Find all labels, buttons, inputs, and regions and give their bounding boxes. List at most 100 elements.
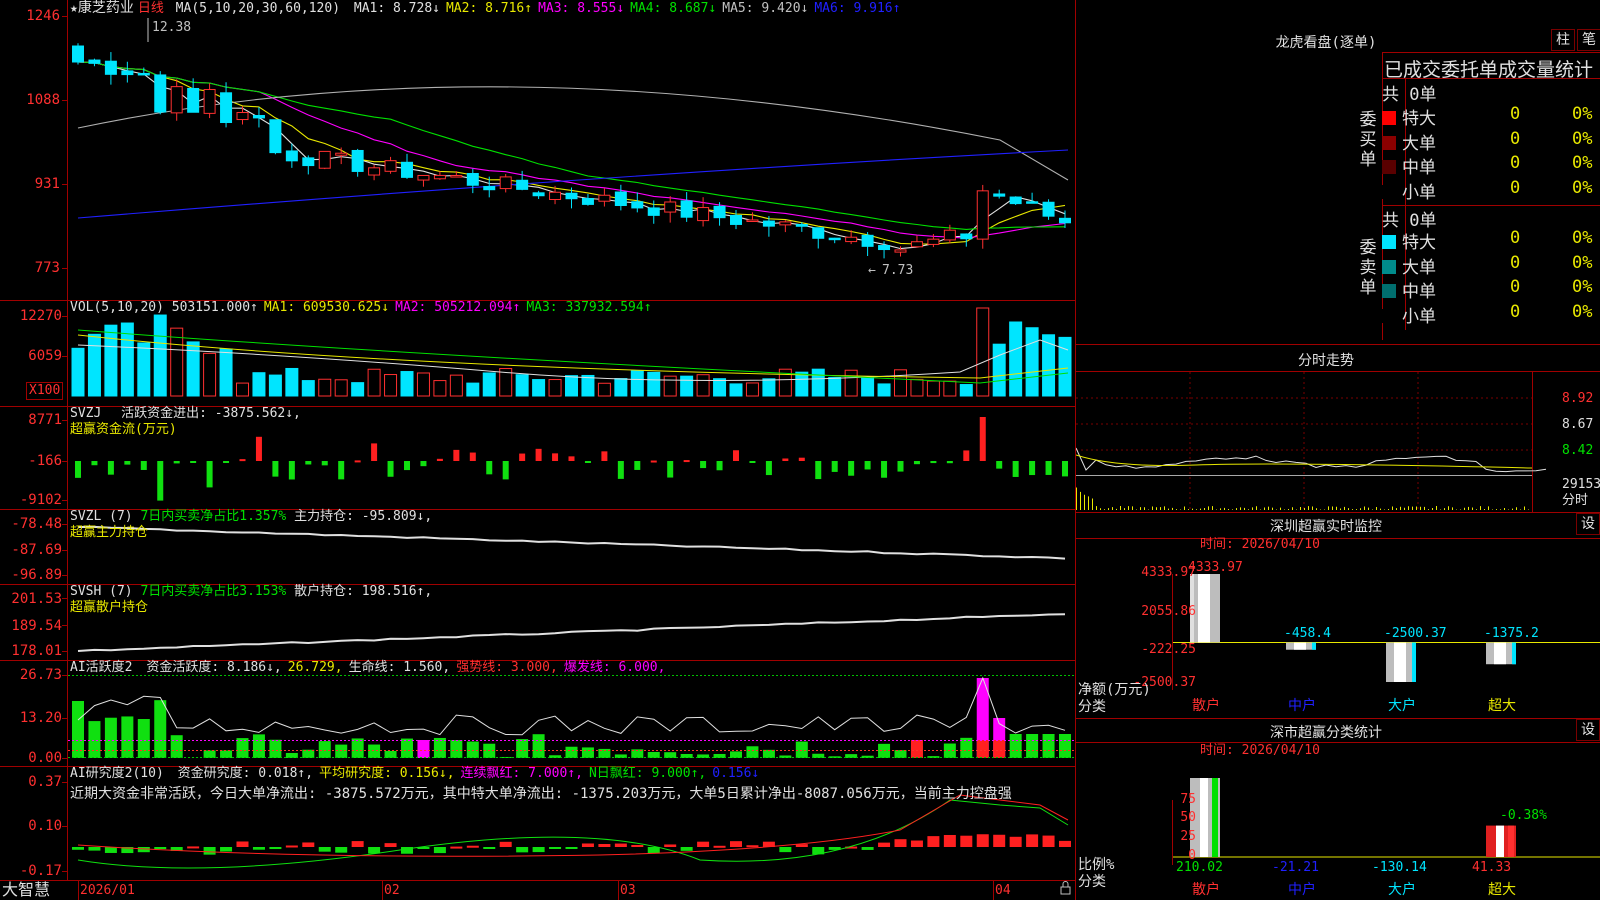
svzj-bar xyxy=(371,443,378,461)
fenshi-axis-label: 29153 xyxy=(1562,477,1600,492)
classify-category-label: 超大 xyxy=(1488,882,1516,898)
ai1-bar xyxy=(170,735,183,758)
svzj-bar xyxy=(305,461,312,465)
candle-body xyxy=(828,237,841,241)
volume-ma-values: MA1: 609530.625↓ MA2: 505212.094↑ MA3: 337… xyxy=(258,300,652,315)
volume-bar xyxy=(696,374,710,397)
svzj-axis-label: 8771 xyxy=(28,412,62,428)
ma-value-4: MA5: 9.420↓ xyxy=(722,1,809,16)
candle-body xyxy=(433,174,446,180)
ai1-bar xyxy=(861,755,874,758)
price-low-marker: ← 7.73 xyxy=(868,263,913,278)
ai1-bar xyxy=(1009,734,1022,758)
lock-icon[interactable] xyxy=(1060,881,1071,895)
ai1-bar xyxy=(236,738,249,758)
ai2-bar xyxy=(220,847,233,852)
candle-body xyxy=(680,200,693,218)
volume-bar xyxy=(647,371,661,397)
classify-bar-highlight xyxy=(1200,778,1208,857)
volume-ma-value-0: MA1: 609530.625↓ xyxy=(263,300,390,315)
svzj-bar xyxy=(486,461,493,475)
svzj-bar xyxy=(124,461,131,465)
ai2-bar xyxy=(598,844,611,847)
svzj-bar xyxy=(946,461,953,464)
candle-body xyxy=(762,220,775,227)
ai1-bar xyxy=(203,750,216,758)
volume-bar xyxy=(992,343,1006,397)
volume-bar xyxy=(762,378,776,397)
svzj-bar xyxy=(502,461,509,480)
ai2-header: AI研究度2(10) 资金研究度: 0.018↑, 平均研究度: 0.156↓, 连… xyxy=(70,766,759,782)
monitor-category-label: 中户 xyxy=(1288,698,1316,714)
svzj-bar xyxy=(749,461,756,463)
brand-label[interactable]: 大智慧 xyxy=(2,882,50,898)
sell-order-count: 0 xyxy=(1510,277,1521,297)
candle-body xyxy=(154,74,167,113)
sell-order-label: 中单 xyxy=(1402,282,1436,302)
buy-order-label: 中单 xyxy=(1402,158,1436,178)
sell-side-title: 委卖单 xyxy=(1359,238,1377,298)
classify-value-label: 41.33 xyxy=(1472,860,1512,875)
ai2-bar xyxy=(532,847,545,853)
monitor-bar-edge xyxy=(1312,642,1316,650)
ai2-bar xyxy=(894,839,907,847)
svzj-axis-label: -166 xyxy=(28,453,62,469)
svzj-bar xyxy=(683,460,690,463)
classify-bar-highlight xyxy=(1496,825,1504,857)
svzj-bar xyxy=(667,461,674,478)
ai2-bar xyxy=(433,847,446,854)
candle-body xyxy=(598,194,611,202)
candle-body xyxy=(137,72,150,76)
ai1-bar xyxy=(532,734,545,758)
svzl-hold: 主力持仓: -95.809↓, xyxy=(294,509,433,524)
volume-bar xyxy=(680,375,694,397)
candle-body xyxy=(565,192,578,200)
price-axis-label: 1246 xyxy=(26,8,60,24)
svzj-bar xyxy=(996,461,1003,469)
ai2-bar xyxy=(927,836,940,847)
svzj-bar xyxy=(354,460,361,463)
candle-body xyxy=(252,115,265,119)
sell-order-count: 0 xyxy=(1510,228,1521,248)
svzj-bar xyxy=(552,453,559,461)
classify-settings-button[interactable]: 设 xyxy=(1576,719,1600,741)
buy-order-row: 大单 0 0% xyxy=(1382,129,1600,154)
monitor-settings-button[interactable]: 设 xyxy=(1576,513,1600,535)
ma-params: MA(5,10,20,30,60,120) xyxy=(175,1,341,16)
price-header: ★康芝药业 日线 MA(5,10,20,30,60,120) MA1: 8.728… xyxy=(70,0,900,17)
monitor-axis-label: -222.25 xyxy=(1141,642,1196,657)
ai2-bar xyxy=(203,847,216,855)
ai2-bar xyxy=(664,844,677,847)
monitor-bar xyxy=(1386,642,1416,682)
candle-body xyxy=(466,173,479,186)
ai1-bar-red xyxy=(993,740,1006,758)
svzj-bar xyxy=(173,461,180,464)
svzj-bar xyxy=(831,461,838,472)
ai2-name: AI研究度2(10) xyxy=(70,766,164,781)
fenshi-title[interactable]: 分时走势 xyxy=(1226,350,1426,370)
svzj-header: SVZJ 活跃资金进出: -3875.562↓, xyxy=(70,406,301,422)
period-label[interactable]: 日线 xyxy=(138,1,164,16)
ai1-value-2: 生命线: 1.560, xyxy=(348,660,451,675)
volume-bar xyxy=(1042,334,1056,397)
svzj-bar xyxy=(913,461,920,465)
buy-order-pct: 0% xyxy=(1572,104,1593,124)
classify-title: 深市超赢分类统计 xyxy=(1270,725,1382,741)
monitor-value-label: -2500.37 xyxy=(1384,626,1447,642)
candle-body xyxy=(104,60,117,75)
svzj-bar xyxy=(733,450,739,461)
volume-unit[interactable]: X100 xyxy=(26,382,64,400)
stock-name[interactable]: 康芝药业 xyxy=(78,0,134,16)
ai2-bar xyxy=(318,847,331,852)
ai2-value-3: N日飘红: 9.000↑, xyxy=(588,766,707,781)
svzj-bar xyxy=(584,461,591,463)
svzj-bar xyxy=(107,461,114,475)
kline-chart-area[interactable]: 12.38 ← 7.73 ★康芝药业 日线 MA(5,10,20,30,60,12… xyxy=(0,0,1076,900)
svzj-bar xyxy=(190,461,197,463)
svzj-bar xyxy=(75,461,81,478)
svzj-bar xyxy=(387,461,394,477)
ai2-bar xyxy=(993,834,1006,847)
kline-chart-svg[interactable]: 12.38 ← 7.73 xyxy=(0,0,1076,900)
ai2-comment: 近期大资金非常活跃，今日大单净流出: -3875.572万元，其中特大单净流出:… xyxy=(70,786,1012,802)
star-icon[interactable]: ★ xyxy=(70,1,78,16)
